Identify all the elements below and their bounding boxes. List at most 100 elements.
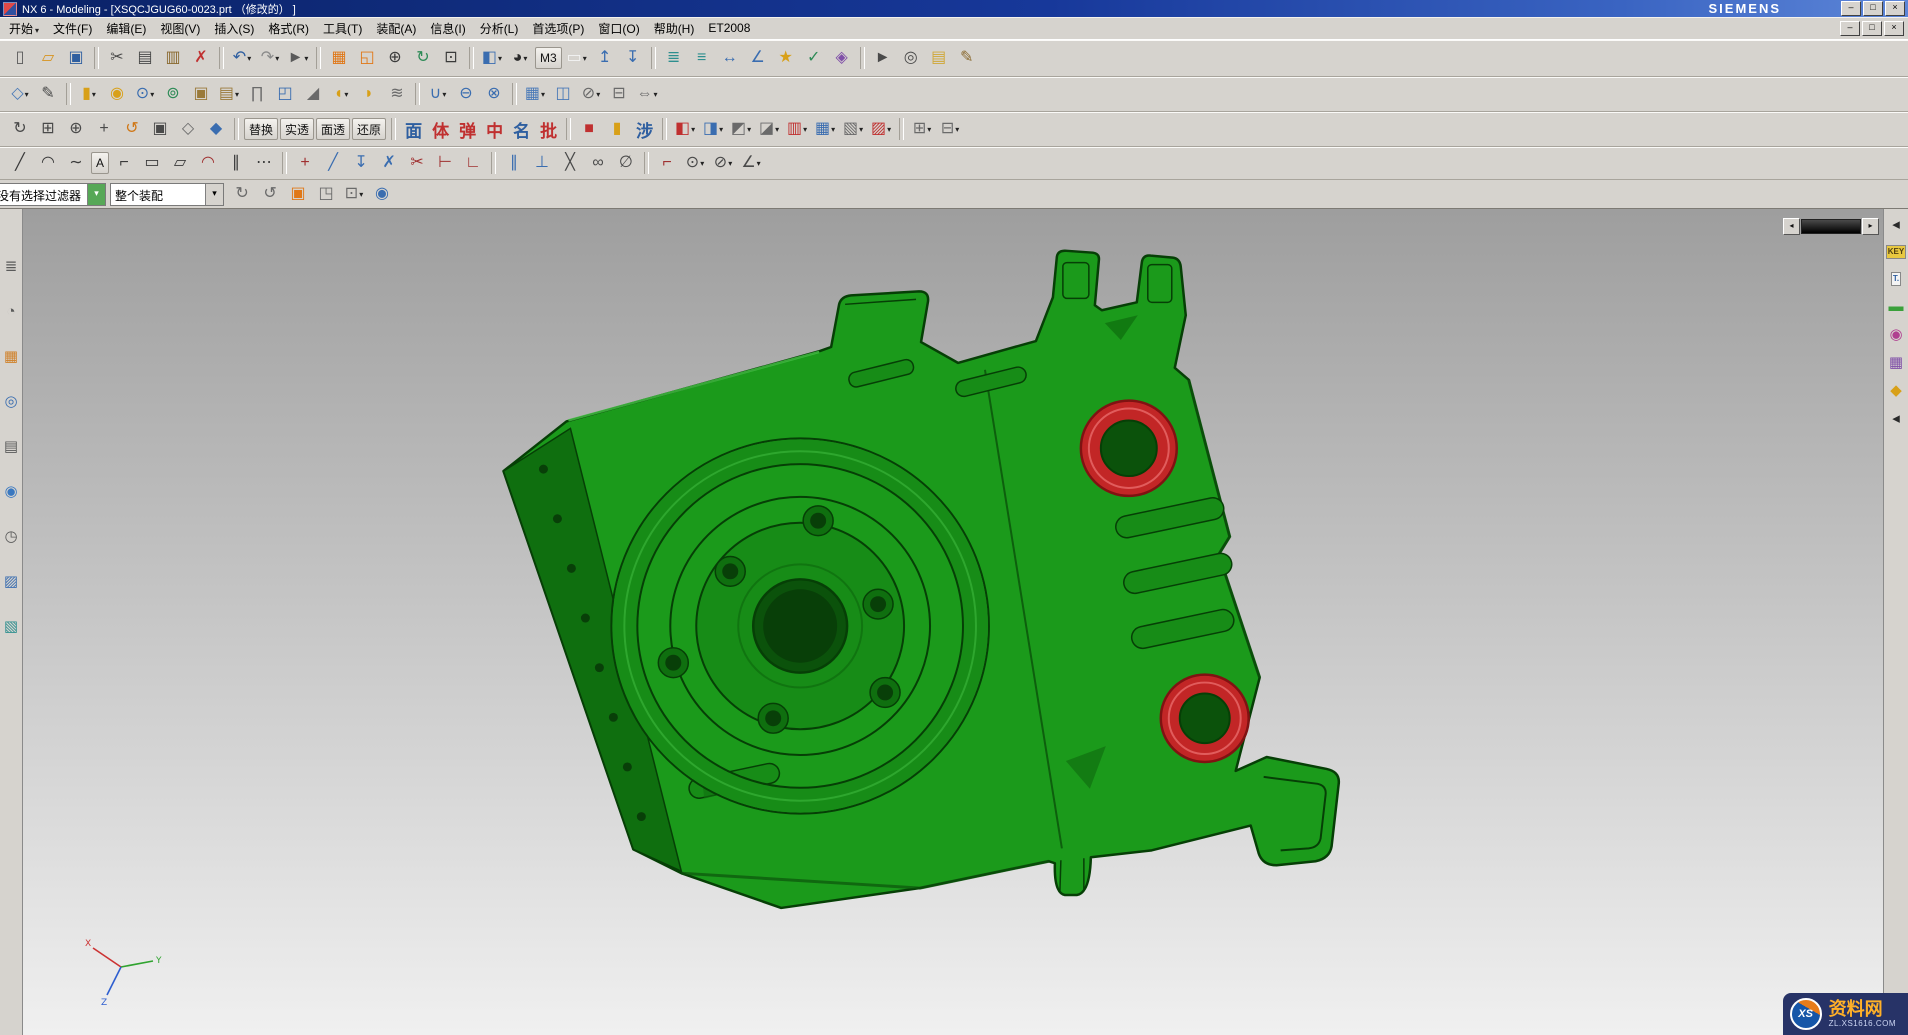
- view-preset-button[interactable]: M3: [535, 47, 562, 69]
- hole-button[interactable]: ⊙▾: [132, 81, 158, 107]
- web-browser-icon[interactable]: ◉: [4, 484, 17, 499]
- constraint-navigator-icon[interactable]: ◔: [6, 304, 15, 319]
- replace-button[interactable]: 替换: [244, 118, 278, 140]
- zoom-in-button[interactable]: ⊕: [63, 116, 89, 142]
- make-corner-button[interactable]: ∟: [460, 150, 486, 176]
- background-button[interactable]: ▭▾: [564, 45, 590, 71]
- red-solid-button[interactable]: ■: [576, 116, 602, 142]
- quick-trim-button[interactable]: ✂: [404, 150, 430, 176]
- draft-pencil-button[interactable]: ✎: [954, 45, 980, 71]
- chevron-down-icon[interactable]: ▾: [691, 125, 695, 134]
- chevron-down-icon[interactable]: ▾: [653, 90, 657, 99]
- cad-part-green-bracket[interactable]: [503, 251, 1338, 908]
- chevron-down-icon[interactable]: ▾: [498, 54, 502, 63]
- inside-only-button[interactable]: ◳: [313, 181, 339, 207]
- analysis-button[interactable]: ◈: [829, 45, 855, 71]
- wcs-ball-button[interactable]: ◉: [369, 181, 395, 207]
- graphics-viewport[interactable]: ◂ ▸ X Y Z: [23, 209, 1883, 1035]
- intersect-button[interactable]: ⊗: [481, 81, 507, 107]
- face-translucent-button[interactable]: 面透: [316, 118, 350, 140]
- unite-button[interactable]: ∪▾: [425, 81, 451, 107]
- measure-distance-button[interactable]: ↔: [717, 45, 743, 71]
- tangent-constraint-button[interactable]: ∞: [585, 150, 611, 176]
- selection-scope-combo[interactable]: 整个装配 ▾: [110, 183, 224, 206]
- spring-macro-button[interactable]: 弹: [455, 118, 480, 140]
- project-curve-button[interactable]: ↧: [348, 150, 374, 176]
- restore-button[interactable]: 还原: [352, 118, 386, 140]
- gold-solid-button[interactable]: ▮: [604, 116, 630, 142]
- display-group-2-button[interactable]: ◨▾: [700, 116, 726, 142]
- shell-button[interactable]: ◰: [272, 81, 298, 107]
- menu-preferences[interactable]: 首选项(P): [525, 17, 591, 40]
- chevron-down-icon[interactable]: ▾: [304, 54, 308, 63]
- menu-file[interactable]: 文件(F): [46, 17, 99, 40]
- more-display-2-button[interactable]: ⊟▾: [937, 116, 963, 142]
- new-file-button[interactable]: ▯: [7, 45, 33, 71]
- offset-curve-button[interactable]: ∥: [223, 150, 249, 176]
- fit-window-button[interactable]: ⊞: [35, 116, 61, 142]
- nx-app-icon[interactable]: [3, 2, 17, 16]
- profile-button[interactable]: ⌐: [111, 150, 137, 176]
- polygon-button[interactable]: ▱: [167, 150, 193, 176]
- material-sphere-icon[interactable]: ◉: [1889, 327, 1902, 342]
- line-button[interactable]: ╱: [7, 150, 33, 176]
- display-group-8-button[interactable]: ▨▾: [868, 116, 894, 142]
- history-palette-icon[interactable]: ◷: [4, 529, 17, 544]
- pattern-feature-button[interactable]: ▦▾: [522, 81, 548, 107]
- scroll-bar-handle[interactable]: [1801, 219, 1861, 234]
- cross-constraint-button[interactable]: ╳: [557, 150, 583, 176]
- information-button[interactable]: ★: [773, 45, 799, 71]
- split-body-button[interactable]: ⊟: [606, 81, 632, 107]
- face-macro-button[interactable]: 面: [401, 118, 426, 140]
- display-group-5-button[interactable]: ▥▾: [784, 116, 810, 142]
- scroll-left-button[interactable]: ◂: [1783, 218, 1800, 235]
- chevron-down-icon[interactable]: ▾: [583, 54, 587, 63]
- chevron-down-icon[interactable]: ▾: [803, 125, 807, 134]
- name-macro-button[interactable]: 名: [509, 118, 534, 140]
- parallel-constraint-button[interactable]: ∥: [501, 150, 527, 176]
- pocket-button[interactable]: ▣: [188, 81, 214, 107]
- circle-button[interactable]: ⊙▾: [682, 150, 708, 176]
- orient-view-button[interactable]: ◕▾: [507, 45, 533, 71]
- chevron-down-icon[interactable]: ▾: [150, 90, 154, 99]
- chamfer-button[interactable]: ◢: [300, 81, 326, 107]
- menu-start[interactable]: 开始▾: [2, 17, 46, 40]
- batch-macro-button[interactable]: 批: [536, 118, 561, 140]
- chevron-down-icon[interactable]: ▾: [719, 125, 723, 134]
- extrude-button[interactable]: ▮▾: [76, 81, 102, 107]
- rectangle-button[interactable]: ▭: [139, 150, 165, 176]
- pattern-curve-button[interactable]: ⋯: [251, 150, 277, 176]
- shaded-view-button[interactable]: ◧▾: [479, 45, 505, 71]
- thread-button[interactable]: ≋: [384, 81, 410, 107]
- chevron-down-icon[interactable]: ▾: [344, 90, 348, 99]
- chevron-down-icon[interactable]: ▾: [275, 54, 279, 63]
- menu-et2008[interactable]: ET2008: [701, 18, 757, 38]
- rotate-view-button[interactable]: ↺: [119, 116, 145, 142]
- interference-macro-button[interactable]: 涉: [632, 118, 657, 140]
- maximize-button[interactable]: □: [1863, 1, 1883, 16]
- chevron-down-icon[interactable]: ▾: [541, 90, 545, 99]
- highlight-button[interactable]: ▣: [285, 181, 311, 207]
- display-group-1-button[interactable]: ◧▾: [672, 116, 698, 142]
- chevron-down-icon[interactable]: ▾: [728, 159, 732, 168]
- system-materials-icon[interactable]: ▨: [4, 574, 18, 589]
- chevron-down-icon[interactable]: ▾: [523, 54, 527, 63]
- angle-dim-button[interactable]: ∠▾: [738, 150, 764, 176]
- measure-angle-button[interactable]: ∠: [745, 45, 771, 71]
- display-group-7-button[interactable]: ▧▾: [840, 116, 866, 142]
- roles-icon[interactable]: ▧: [4, 619, 18, 634]
- solid-translucent-button[interactable]: 实透: [280, 118, 314, 140]
- menu-edit[interactable]: 编辑(E): [99, 17, 153, 40]
- chevron-down-icon[interactable]: ▾: [831, 125, 835, 134]
- refresh-button[interactable]: ↻: [410, 45, 436, 71]
- quick-extend-button[interactable]: ⊢: [432, 150, 458, 176]
- datum-plane-button[interactable]: ◇▾: [7, 81, 33, 107]
- menu-analysis[interactable]: 分析(L): [473, 17, 526, 40]
- validate-button[interactable]: ✓: [801, 45, 827, 71]
- sketch-button[interactable]: ✎: [35, 81, 61, 107]
- wireframe-button[interactable]: ◇: [175, 116, 201, 142]
- selection-filter-combo[interactable]: 没有选择过滤器 ▾: [0, 183, 106, 206]
- tile-windows-button[interactable]: ▦: [326, 45, 352, 71]
- menu-view[interactable]: 视图(V): [153, 17, 207, 40]
- mdi-close-button[interactable]: ×: [1884, 21, 1904, 36]
